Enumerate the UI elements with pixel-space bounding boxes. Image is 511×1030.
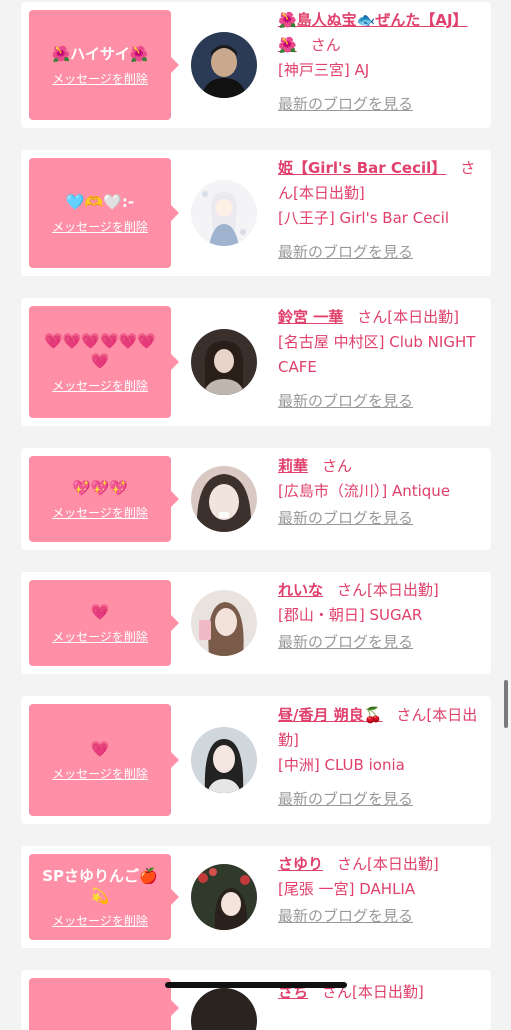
cast-info: れいな さん[本日出勤] [郡山・朝日] SUGAR 最新のブログを見る bbox=[278, 578, 486, 655]
avatar[interactable] bbox=[191, 329, 257, 395]
anime-girl-icon bbox=[191, 180, 257, 246]
cast-info: 昼/香月 朔良🍒 さん[本日出勤] [中洲] CLUB ionia 最新のブログを… bbox=[278, 703, 486, 812]
latest-blog-link[interactable]: 最新のブログを見る bbox=[278, 240, 413, 265]
delete-message-link[interactable]: メッセージを削除 bbox=[52, 628, 148, 645]
delete-message-link[interactable]: メッセージを削除 bbox=[52, 377, 148, 394]
attendance-status: [本日出勤] bbox=[352, 983, 424, 1001]
cast-name-link[interactable]: れいな bbox=[278, 581, 323, 599]
message-bubble: 💖💖💖 メッセージを削除 bbox=[29, 456, 179, 542]
delete-message-link[interactable]: メッセージを削除 bbox=[52, 912, 148, 929]
message-card: 💗 メッセージを削除 昼/香月 朔良🍒 さん[本日出勤] [中洲] CLUB io… bbox=[21, 696, 491, 824]
honorific: さん bbox=[396, 706, 427, 724]
honorific: さん bbox=[357, 308, 388, 326]
cast-info: 姫【Girl's Bar Cecil】 さん[本日出勤] [八王子] Girl's… bbox=[278, 156, 486, 265]
shop-label: [広島市（流川）] Antique bbox=[278, 482, 451, 500]
delete-message-link[interactable]: メッセージを削除 bbox=[52, 765, 148, 782]
scrollbar-thumb[interactable] bbox=[504, 680, 508, 728]
cast-name-link[interactable]: 昼/香月 朔良🍒 bbox=[278, 706, 382, 724]
message-bubble: 💗💗💗💗💗💗💗 メッセージを削除 bbox=[29, 306, 179, 418]
message-card: さち さん[本日出勤] bbox=[21, 970, 491, 1030]
latest-blog-link[interactable]: 最新のブログを見る bbox=[278, 389, 413, 414]
avatar[interactable] bbox=[191, 32, 257, 98]
woman-face-icon bbox=[191, 466, 257, 532]
message-text: 🩵🫶🤍:- bbox=[65, 192, 135, 211]
woman-flowers-icon bbox=[191, 864, 257, 930]
man-portrait-icon bbox=[191, 32, 257, 98]
cast-info: さゆり さん[本日出勤] [尾張 一宮] DAHLIA 最新のブログを見る bbox=[278, 852, 486, 929]
attendance-status: [本日出勤] bbox=[387, 308, 459, 326]
shop-label: [尾張 一宮] DAHLIA bbox=[278, 880, 416, 898]
attendance-status: [本日出勤] bbox=[293, 184, 365, 202]
cast-name-link[interactable]: 鈴宮 一華 bbox=[278, 308, 343, 326]
message-text: 💗 bbox=[90, 739, 110, 758]
message-bubble: 🌺ハイサイ🌺 メッセージを削除 bbox=[29, 10, 179, 120]
attendance-status: [本日出勤] bbox=[367, 581, 439, 599]
cast-info: 🌺島人ぬ宝🐟ぜんた【AJ】🌺 さん [神戸三宮] AJ 最新のブログを見る bbox=[278, 8, 486, 117]
woman-portrait-icon bbox=[191, 329, 257, 395]
latest-blog-link[interactable]: 最新のブログを見る bbox=[278, 92, 413, 117]
cast-info: 鈴宮 一華 さん[本日出勤] [名古屋 中村区] Club NIGHT CAFE … bbox=[278, 305, 486, 414]
woman-portrait-icon bbox=[191, 727, 257, 793]
message-card: 💗💗💗💗💗💗💗 メッセージを削除 鈴宮 一華 さん[本日出勤] [名古屋 中村区]… bbox=[21, 298, 491, 426]
cast-name-link[interactable]: 姫【Girl's Bar Cecil】 bbox=[278, 159, 446, 177]
message-text: 💗💗💗💗💗💗💗 bbox=[43, 331, 157, 370]
message-bubble bbox=[29, 978, 179, 1030]
shop-label: [八王子] Girl's Bar Cecil bbox=[278, 209, 450, 227]
cast-name-link[interactable]: 🌺島人ぬ宝🐟ぜんた【AJ】🌺 bbox=[278, 11, 468, 54]
attendance-status: [本日出勤] bbox=[367, 855, 439, 873]
latest-blog-link[interactable]: 最新のブログを見る bbox=[278, 904, 413, 929]
delete-message-link[interactable]: メッセージを削除 bbox=[52, 70, 148, 87]
message-text: 🌺ハイサイ🌺 bbox=[51, 44, 149, 63]
woman-portrait-icon bbox=[191, 988, 257, 1030]
shop-label: [郡山・朝日] SUGAR bbox=[278, 606, 423, 624]
message-card: 💗 メッセージを削除 れいな さん[本日出勤] [郡山・朝日] SUGAR 最新の… bbox=[21, 572, 491, 674]
avatar[interactable] bbox=[191, 180, 257, 246]
message-bubble: 💗 メッセージを削除 bbox=[29, 704, 179, 816]
message-bubble: SPさゆりんご🍎💫 メッセージを削除 bbox=[29, 854, 179, 940]
woman-selfie-icon bbox=[191, 590, 257, 656]
avatar[interactable] bbox=[191, 727, 257, 793]
avatar[interactable] bbox=[191, 864, 257, 930]
latest-blog-link[interactable]: 最新のブログを見る bbox=[278, 630, 413, 655]
honorific: さん bbox=[337, 581, 368, 599]
message-card: 🌺ハイサイ🌺 メッセージを削除 🌺島人ぬ宝🐟ぜんた【AJ】🌺 さん [神戸三宮] … bbox=[21, 2, 491, 128]
honorific: さん bbox=[322, 457, 353, 475]
cast-info: 莉華 さん [広島市（流川）] Antique 最新のブログを見る bbox=[278, 454, 486, 531]
message-text: SPさゆりんご🍎💫 bbox=[42, 866, 158, 905]
message-bubble: 💗 メッセージを削除 bbox=[29, 580, 179, 666]
shop-label: [名古屋 中村区] Club NIGHT CAFE bbox=[278, 333, 476, 376]
cast-name-link[interactable]: 莉華 bbox=[278, 457, 308, 475]
shop-label: [神戸三宮] AJ bbox=[278, 61, 370, 79]
message-card: 💖💖💖 メッセージを削除 莉華 さん [広島市（流川）] Antique 最新のブ… bbox=[21, 448, 491, 550]
message-bubble: 🩵🫶🤍:- メッセージを削除 bbox=[29, 158, 179, 268]
latest-blog-link[interactable]: 最新のブログを見る bbox=[278, 787, 413, 812]
message-text: 💖💖💖 bbox=[71, 478, 129, 497]
message-card: 🩵🫶🤍:- メッセージを削除 姫【Girl's Bar Cecil】 さん[本日出… bbox=[21, 150, 491, 276]
shop-label: [中洲] CLUB ionia bbox=[278, 756, 405, 774]
avatar[interactable] bbox=[191, 590, 257, 656]
delete-message-link[interactable]: メッセージを削除 bbox=[52, 504, 148, 521]
avatar[interactable] bbox=[191, 988, 257, 1030]
honorific: さん bbox=[310, 36, 341, 54]
honorific: さん bbox=[337, 855, 368, 873]
home-indicator[interactable] bbox=[165, 982, 347, 988]
latest-blog-link[interactable]: 最新のブログを見る bbox=[278, 506, 413, 531]
message-card: SPさゆりんご🍎💫 メッセージを削除 さゆり さん[本日出勤] [尾張 一宮] D… bbox=[21, 846, 491, 948]
message-text: 💗 bbox=[90, 602, 110, 621]
avatar[interactable] bbox=[191, 466, 257, 532]
cast-name-link[interactable]: さゆり bbox=[278, 855, 323, 873]
delete-message-link[interactable]: メッセージを削除 bbox=[52, 218, 148, 235]
